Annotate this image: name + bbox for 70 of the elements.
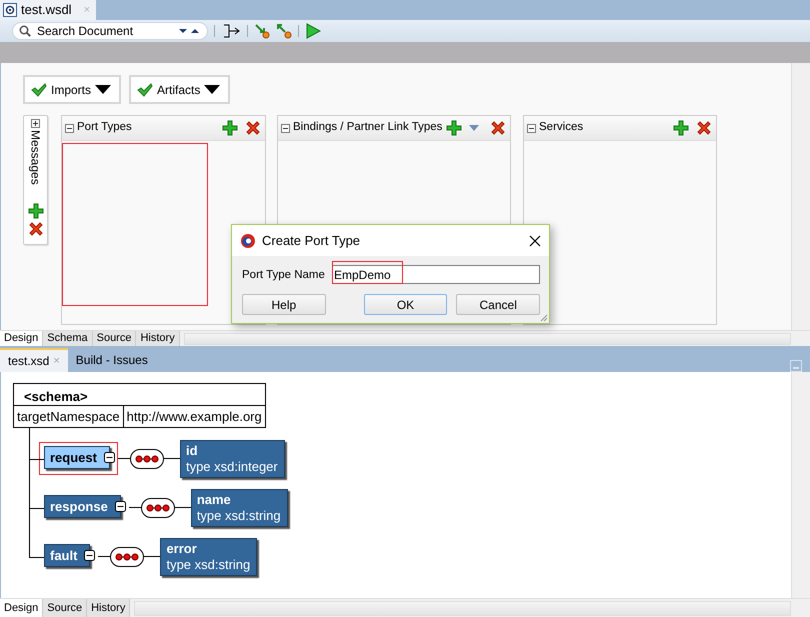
collapse-icon[interactable] (65, 124, 74, 132)
collapse-icon[interactable] (527, 124, 536, 132)
tab-title: test.wsdl (21, 1, 72, 20)
schema-title: <schema> (14, 384, 265, 406)
delete-icon[interactable] (696, 120, 712, 136)
view-tab[interactable]: Design (0, 331, 44, 346)
panel-tab[interactable]: test.xsd × (0, 348, 68, 372)
scrollbar[interactable] (791, 63, 810, 330)
file-tab[interactable]: test.wsdl × (0, 0, 96, 20)
dialog-button[interactable]: Cancel (456, 294, 540, 315)
dots-drawing (134, 454, 159, 462)
dropdown-button[interactable]: Artifacts (129, 75, 230, 104)
app-icon (240, 232, 256, 248)
dialog-button[interactable]: Help (242, 294, 326, 315)
search-field[interactable]: Search Document (37, 22, 171, 40)
collapse-icon[interactable] (104, 452, 115, 463)
file-icon (3, 3, 17, 17)
scrollbar[interactable] (184, 333, 791, 345)
collapse-icon[interactable] (114, 501, 126, 512)
find-arrows-icon[interactable] (177, 27, 201, 35)
panel-title: Services (539, 120, 584, 136)
element-name: id (186, 442, 199, 458)
dots-drawing (146, 504, 170, 512)
add-icon[interactable] (673, 120, 689, 136)
attribute-name: targetNamespace (14, 406, 124, 427)
dots-drawing (115, 552, 140, 560)
element-name: name (196, 492, 232, 508)
add-icon[interactable] (28, 202, 44, 219)
view-tab[interactable]: History (136, 331, 180, 346)
panel-tab[interactable]: Build - Issues (68, 348, 156, 372)
delete-icon[interactable] (490, 120, 506, 136)
element-type: type xsd:string (166, 556, 250, 572)
collapse-icon[interactable] (84, 550, 96, 561)
field-label: Port Type Name (242, 268, 322, 282)
search-icon (19, 25, 31, 37)
search-bar[interactable]: Search Document (12, 22, 208, 40)
join-arrow-icon[interactable] (221, 23, 241, 39)
element-node[interactable]: fault (44, 544, 90, 567)
panel-title: Messages (28, 130, 44, 185)
resize-grip-icon[interactable] (540, 314, 548, 322)
view-tab[interactable]: Source (43, 599, 88, 617)
panel-title: Port Types (77, 120, 133, 136)
element-node[interactable]: response (44, 495, 121, 518)
view-tab[interactable]: History (87, 599, 130, 617)
dropdown-button[interactable]: Imports (23, 75, 122, 104)
scrollbar[interactable] (791, 372, 810, 598)
run-icon[interactable] (305, 23, 321, 39)
element-name: error (166, 540, 198, 556)
node-arrow-icon[interactable] (276, 23, 292, 39)
close-icon[interactable] (529, 234, 541, 246)
caret-icon (204, 85, 220, 94)
view-tab[interactable]: Source (92, 331, 136, 346)
dialog-title: Create Port Type (262, 232, 362, 250)
caret-icon (95, 85, 112, 94)
delete-icon[interactable] (245, 120, 261, 136)
dialog-button[interactable]: OK (364, 294, 448, 315)
expand-icon[interactable] (31, 119, 40, 128)
element-type: type xsd:string (196, 508, 281, 524)
add-icon[interactable] (222, 120, 238, 136)
element-type: type xsd:integer (186, 458, 278, 474)
add-icon[interactable] (446, 120, 462, 136)
element-node[interactable]: request (44, 446, 110, 469)
attribute-value: http://www.example.org (126, 408, 263, 426)
view-tab[interactable]: Design (0, 599, 44, 617)
view-tab[interactable]: Schema (43, 331, 93, 346)
dropdown-icon[interactable] (469, 125, 479, 131)
node-arrow-icon[interactable] (254, 23, 270, 39)
delete-icon[interactable] (28, 220, 44, 237)
panel-title: Bindings / Partner Link Types (293, 120, 443, 136)
collapse-icon[interactable] (281, 124, 290, 132)
